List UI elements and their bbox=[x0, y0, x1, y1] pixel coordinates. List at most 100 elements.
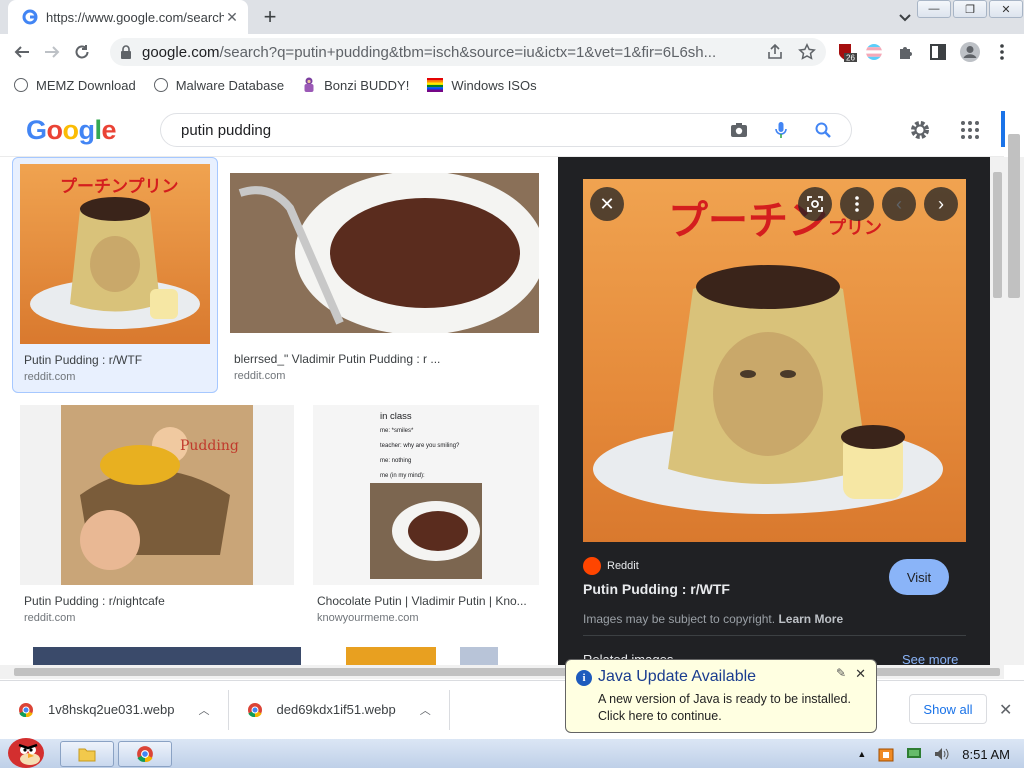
next-image-button[interactable]: › bbox=[924, 187, 958, 221]
see-more-link[interactable]: See more bbox=[902, 652, 958, 665]
bookmark-label: MEMZ Download bbox=[36, 77, 136, 93]
trans-flag-icon bbox=[866, 44, 882, 60]
new-tab-button[interactable]: + bbox=[258, 4, 282, 29]
result-thumbnail[interactable]: in class me: *smiles* teacher: why are y… bbox=[313, 405, 539, 585]
bookmark-label: Windows ISOs bbox=[451, 77, 537, 93]
reload-button[interactable] bbox=[67, 37, 97, 67]
network-icon[interactable] bbox=[906, 747, 922, 761]
volume-icon[interactable] bbox=[934, 747, 950, 761]
result-thumbnail[interactable]: Pudding bbox=[20, 405, 294, 585]
forward-button[interactable] bbox=[37, 37, 67, 67]
result-card-partial[interactable] bbox=[346, 647, 436, 665]
taskbar-chrome-button[interactable] bbox=[118, 741, 172, 767]
taskbar-explorer-button[interactable] bbox=[60, 741, 114, 767]
search-box[interactable] bbox=[160, 113, 852, 147]
browser-menu-button[interactable] bbox=[990, 40, 1014, 64]
java-tray-icon[interactable] bbox=[878, 746, 894, 762]
browser-tab[interactable]: https://www.google.com/search ✕ bbox=[8, 0, 248, 34]
microphone-icon[interactable] bbox=[771, 120, 791, 140]
result-card-putin-pudding-wtf[interactable]: プーチンプリン Putin Pudding : r/WTF reddit.com bbox=[12, 157, 218, 393]
chevron-up-icon[interactable]: ︿ bbox=[420, 702, 431, 718]
pudding-face-image: プーチンプリン bbox=[30, 176, 200, 329]
preview-image[interactable]: プーチン プリン bbox=[583, 179, 966, 542]
chrome-icon bbox=[137, 746, 153, 762]
bookmark-memz[interactable]: MEMZ Download bbox=[14, 78, 136, 93]
tab-search-chevron-icon[interactable] bbox=[896, 8, 914, 26]
result-site: knowyourmeme.com bbox=[317, 612, 419, 624]
result-title[interactable]: Putin Pudding : r/WTF bbox=[24, 353, 210, 367]
pin-icon[interactable]: ✎ bbox=[836, 666, 846, 680]
result-card-blerrsed-putin-pudding[interactable]: blerrsed_" Vladimir Putin Pudding : r ..… bbox=[230, 157, 540, 393]
tab-close-icon[interactable]: ✕ bbox=[224, 9, 240, 25]
close-window-button[interactable]: ✕ bbox=[989, 0, 1023, 18]
bookmark-label: Malware Database bbox=[175, 77, 285, 93]
visit-button[interactable]: Visit bbox=[889, 559, 949, 595]
google-apps-icon[interactable] bbox=[960, 120, 980, 140]
preview-scrollbar-thumb[interactable] bbox=[993, 172, 1002, 298]
angry-bird-start-icon[interactable] bbox=[2, 733, 50, 769]
result-title[interactable]: blerrsed_" Vladimir Putin Pudding : r ..… bbox=[234, 352, 534, 366]
copyright-note: Images may be subject to copyright. Lear… bbox=[583, 612, 843, 626]
preview-source[interactable]: Reddit bbox=[583, 557, 639, 575]
extension-badge-count: 26 bbox=[846, 54, 855, 63]
rainbow-flag-icon bbox=[427, 78, 444, 92]
bookmark-windows-isos[interactable]: Windows ISOs bbox=[427, 77, 537, 93]
chrome-file-icon bbox=[19, 702, 33, 717]
bookmark-bonzi-buddy[interactable]: Bonzi BUDDY! bbox=[302, 77, 409, 93]
preview-source-label: Reddit bbox=[607, 560, 639, 572]
result-site: reddit.com bbox=[24, 612, 76, 624]
download-item[interactable]: ded69kdx1if51.webp ︿ bbox=[229, 689, 450, 730]
result-site: reddit.com bbox=[24, 371, 76, 383]
notification-message[interactable]: A new version of Java is ready to be ins… bbox=[598, 691, 851, 725]
meme-line: me: *smiles* bbox=[380, 428, 414, 434]
close-notification-icon[interactable]: ✕ bbox=[855, 666, 866, 682]
camera-search-icon[interactable] bbox=[729, 120, 749, 140]
extension-flag-button[interactable] bbox=[862, 40, 886, 64]
extension-shield-button[interactable]: 26 bbox=[834, 40, 858, 64]
globe-icon bbox=[14, 78, 28, 92]
settings-gear-icon[interactable] bbox=[908, 118, 932, 142]
profile-button[interactable] bbox=[958, 40, 982, 64]
search-icon[interactable] bbox=[813, 120, 833, 140]
result-thumbnail[interactable]: プーチンプリン bbox=[20, 164, 210, 344]
page-scrollbar-thumb[interactable] bbox=[1008, 134, 1020, 298]
preview-title[interactable]: Putin Pudding : r/WTF bbox=[583, 581, 730, 597]
bookmark-star-icon[interactable] bbox=[798, 43, 816, 61]
google-header: Google bbox=[0, 101, 1004, 157]
clock-time[interactable]: 8:51 AM bbox=[962, 747, 1010, 762]
result-card-partial[interactable] bbox=[33, 647, 301, 665]
bookmark-malware-database[interactable]: Malware Database bbox=[153, 77, 285, 93]
download-item[interactable]: 1v8hskq2ue031.webp ︿ bbox=[0, 689, 229, 730]
result-title[interactable]: Putin Pudding : r/nightcafe bbox=[24, 594, 290, 608]
tray-expand-icon[interactable]: ▲ bbox=[857, 749, 866, 759]
result-card-chocolate-putin[interactable]: in class me: *smiles* teacher: why are y… bbox=[313, 405, 539, 629]
side-panel-button[interactable] bbox=[926, 40, 950, 64]
result-card-partial[interactable] bbox=[460, 647, 498, 665]
lens-icon bbox=[807, 196, 823, 212]
forward-arrow-icon bbox=[45, 46, 60, 58]
java-update-notification[interactable]: i Java Update Available A new version of… bbox=[565, 659, 877, 733]
close-preview-button[interactable]: ✕ bbox=[590, 187, 624, 221]
bookmarks-bar: MEMZ Download Malware Database Bonzi BUD… bbox=[0, 70, 1024, 100]
close-download-bar-icon[interactable]: ✕ bbox=[999, 700, 1012, 720]
minimize-button[interactable]: — bbox=[917, 0, 951, 18]
search-input[interactable] bbox=[181, 121, 701, 139]
google-logo[interactable]: Google bbox=[26, 115, 117, 146]
result-card-putin-pudding-nightcafe[interactable]: Pudding Putin Pudding : r/nightcafe redd… bbox=[20, 405, 296, 629]
result-thumbnail[interactable] bbox=[230, 173, 539, 333]
extensions-button[interactable] bbox=[894, 40, 918, 64]
side-panel-icon bbox=[930, 44, 946, 60]
restore-button[interactable]: ❐ bbox=[953, 0, 987, 18]
meme-line: in class bbox=[380, 411, 412, 422]
address-bar[interactable]: google.com/search?q=putin+pudding&tbm=is… bbox=[110, 38, 826, 66]
share-icon[interactable] bbox=[766, 43, 784, 61]
chevron-up-icon[interactable]: ︿ bbox=[199, 702, 210, 718]
previous-image-button[interactable]: ‹ bbox=[882, 187, 916, 221]
show-all-downloads-button[interactable]: Show all bbox=[909, 694, 987, 724]
lock-icon[interactable] bbox=[120, 45, 132, 59]
result-title[interactable]: Chocolate Putin | Vladimir Putin | Kno..… bbox=[317, 594, 537, 608]
back-button[interactable] bbox=[7, 37, 37, 67]
preview-more-button[interactable] bbox=[840, 187, 874, 221]
lens-search-button[interactable] bbox=[798, 187, 832, 221]
learn-more-link[interactable]: Learn More bbox=[778, 612, 843, 626]
